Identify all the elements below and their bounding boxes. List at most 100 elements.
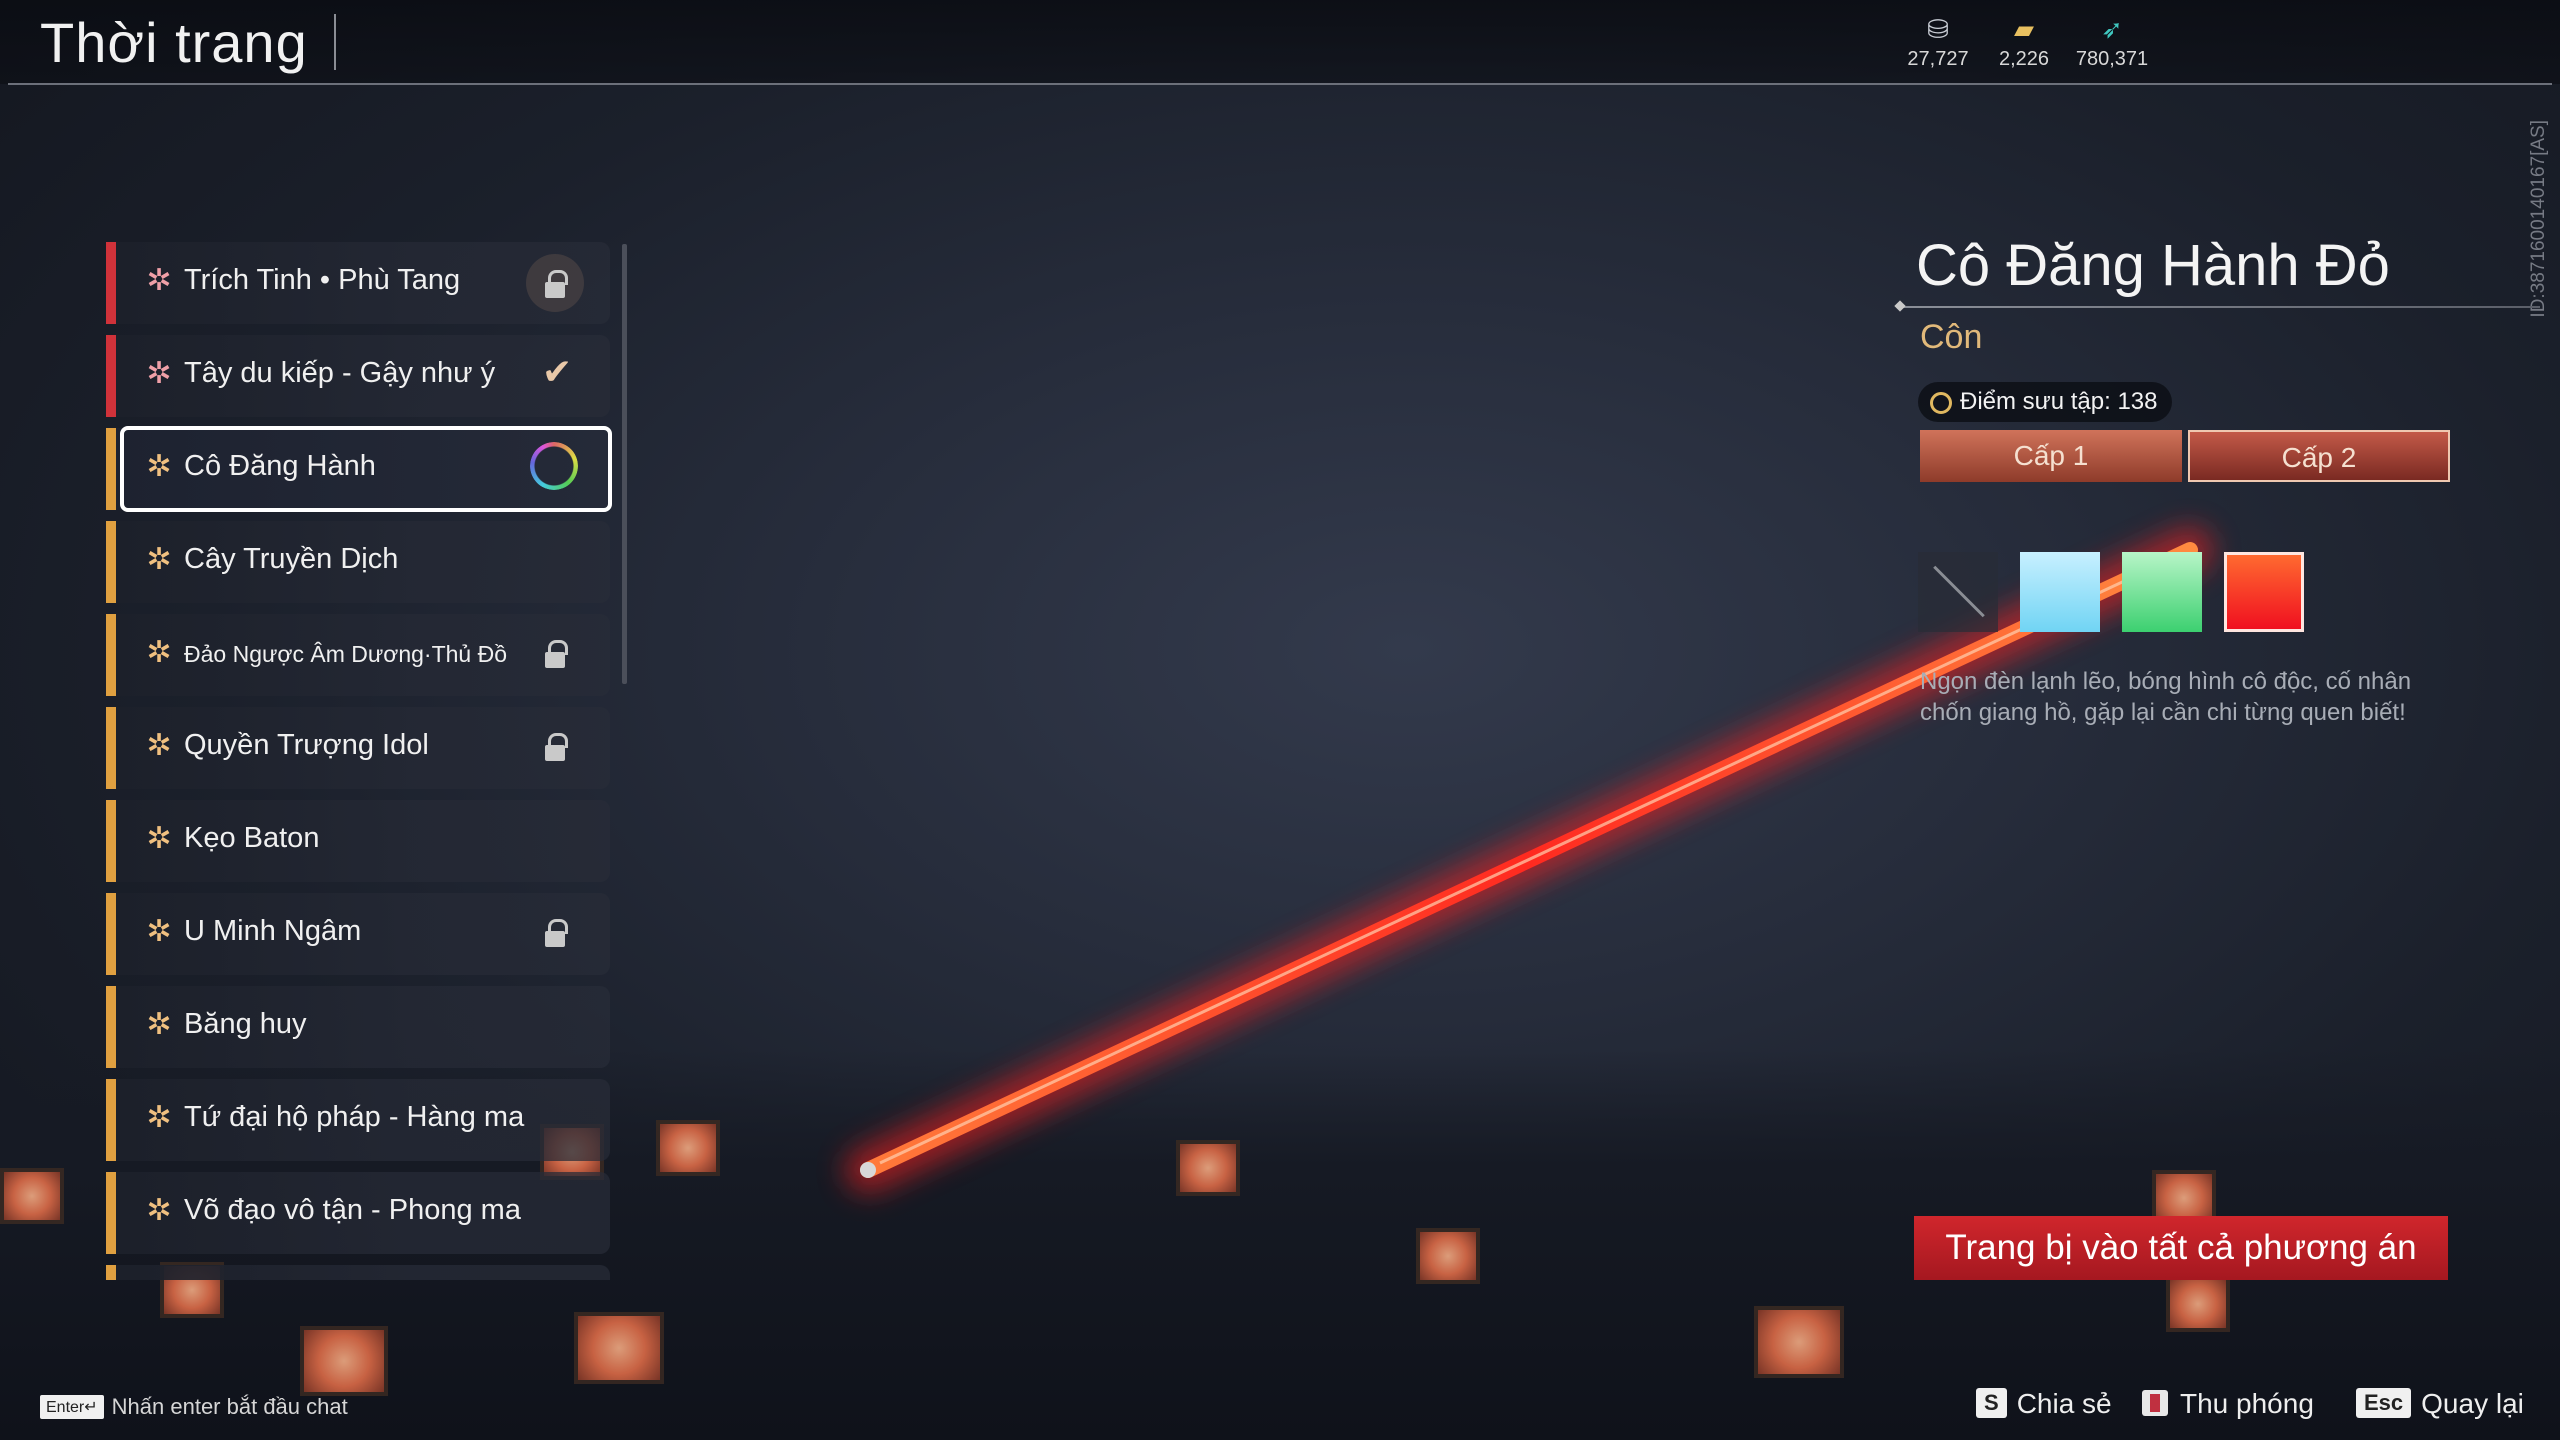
- account-id: ID:3871600140167[AS]: [2528, 120, 2549, 318]
- currency-silver[interactable]: ⛁ 27,727: [1898, 14, 1978, 71]
- star-icon: ✲: [146, 636, 172, 669]
- title-divider: [334, 14, 336, 70]
- rarity-bar: [106, 335, 116, 417]
- silver-coin-icon: ⛁: [1927, 14, 1949, 44]
- item-label: Võ đạo vô tận - Phong ma: [184, 1194, 521, 1226]
- star-icon: ✲: [146, 1008, 172, 1041]
- lock-icon: [538, 917, 572, 951]
- share-key: S: [1976, 1388, 2007, 1418]
- lantern: [300, 1326, 388, 1396]
- share-button[interactable]: S Chia sẻ: [1976, 1388, 2112, 1420]
- top-bar: Thời trang ⛁ 27,727 ▰ 2,226 ➶ 780,371: [0, 0, 2560, 84]
- page-title: Thời trang: [40, 11, 308, 74]
- item-label: Quyền Trượng Idol: [184, 729, 429, 761]
- lock-icon: [538, 731, 572, 765]
- item-description: Ngọn đèn lạnh lẽo, bóng hình cô độc, cố …: [1920, 668, 2412, 726]
- rarity-bar: [106, 1265, 116, 1280]
- tab-level-2[interactable]: Cấp 2: [2188, 430, 2450, 482]
- list-item-partial[interactable]: [106, 1265, 610, 1280]
- lantern: [2166, 1276, 2230, 1332]
- item-label: Tây du kiếp - Gậy như ý: [184, 357, 496, 389]
- list-item[interactable]: ✲ Tây du kiếp - Gậy như ý ✔: [106, 335, 610, 417]
- list-item[interactable]: ✲ Cô Đăng Hành: [106, 426, 612, 512]
- lock-icon: [526, 254, 584, 312]
- item-label: Cô Đăng Hành: [184, 450, 376, 482]
- rarity-bar: [106, 1079, 116, 1161]
- list-item[interactable]: ✲ Tứ đại hộ pháp - Hàng ma: [106, 1079, 610, 1161]
- currency-gold[interactable]: ▰ 2,226: [1984, 14, 2064, 71]
- rarity-bar: [106, 893, 116, 975]
- item-label: Tứ đại hộ pháp - Hàng ma: [184, 1101, 525, 1133]
- name-divider: [1900, 306, 2540, 308]
- star-icon: ✲: [146, 915, 172, 948]
- checkmark-icon: ✔: [542, 351, 573, 392]
- red-swatch[interactable]: [2224, 552, 2304, 632]
- lantern: [1416, 1228, 1480, 1284]
- item-label: Băng huy: [184, 1008, 307, 1040]
- rarity-bar: [106, 521, 116, 603]
- lantern: [656, 1120, 720, 1176]
- item-label: U Minh Ngâm: [184, 915, 362, 947]
- lantern: [574, 1312, 664, 1384]
- star-icon: ✲: [146, 543, 172, 576]
- list-item[interactable]: ✲ Võ đạo vô tận - Phong ma: [106, 1172, 610, 1254]
- color-ring-icon: [530, 442, 578, 490]
- back-label: Quay lại: [2421, 1388, 2524, 1419]
- share-label: Chia sẻ: [2016, 1388, 2112, 1419]
- back-button[interactable]: Esc Quay lại: [2356, 1388, 2524, 1420]
- star-icon: ✲: [146, 450, 172, 483]
- rarity-bar: [106, 986, 116, 1068]
- star-icon: ✲: [146, 1194, 172, 1227]
- gold-bar-icon: ▰: [2014, 14, 2034, 44]
- list-item[interactable]: ✲ Kẹo Baton: [106, 800, 610, 882]
- item-label: Kẹo Baton: [184, 822, 320, 854]
- lock-icon: [538, 638, 572, 672]
- rarity-bar: [106, 428, 116, 510]
- currency-value: 27,727: [1907, 48, 1969, 70]
- default-swatch[interactable]: [1918, 552, 1998, 632]
- chat-hint-label: Nhấn enter bắt đầu chat: [111, 1394, 348, 1419]
- book-icon: [2142, 1390, 2168, 1416]
- star-icon: ✲: [146, 822, 172, 855]
- item-label: Cây Truyền Dịch: [184, 543, 399, 575]
- chat-hint[interactable]: Enter↵ Nhấn enter bắt đầu chat: [40, 1394, 348, 1420]
- list-item[interactable]: ✲ Đảo Ngược Âm Dương·Thủ Đồ: [106, 614, 610, 696]
- staff-core: [879, 553, 2181, 1165]
- item-label: Trích Tinh • Phù Tang: [184, 264, 461, 296]
- list-item[interactable]: ✲ Băng huy: [106, 986, 610, 1068]
- collection-coin-icon: [1930, 392, 1952, 414]
- currency-value: 2,226: [1998, 48, 2050, 70]
- item-type: Côn: [1920, 318, 1983, 356]
- blue-swatch[interactable]: [2020, 552, 2100, 632]
- rarity-bar: [106, 707, 116, 789]
- star-icon: ✲: [146, 729, 172, 762]
- feather-icon: ➶: [2101, 14, 2123, 44]
- list-item[interactable]: ✲ Trích Tinh • Phù Tang: [106, 242, 610, 324]
- staff-tip: [860, 1162, 876, 1178]
- list-item[interactable]: ✲ U Minh Ngâm: [106, 893, 610, 975]
- zoom-label: Thu phóng: [2180, 1388, 2314, 1419]
- star-icon: ✲: [146, 357, 172, 390]
- enter-key: Enter↵: [40, 1395, 104, 1419]
- tab-level-1[interactable]: Cấp 1: [1920, 430, 2182, 482]
- green-swatch[interactable]: [2122, 552, 2202, 632]
- collection-points-badge: Điểm sưu tập: 138: [1918, 382, 2172, 422]
- list-item[interactable]: ✲ Quyền Trượng Idol: [106, 707, 610, 789]
- fashion-item-list[interactable]: ✲ Trích Tinh • Phù Tang ✲ Tây du kiếp - …: [106, 240, 626, 1280]
- lantern: [1754, 1306, 1844, 1378]
- header-divider: [8, 83, 2552, 85]
- rarity-bar: [106, 800, 116, 882]
- currency-value: 780,371: [2075, 48, 2149, 70]
- equip-all-button[interactable]: Trang bị vào tất cả phương án: [1914, 1216, 2448, 1280]
- zoom-button[interactable]: Thu phóng: [2142, 1388, 2314, 1420]
- currency-feather[interactable]: ➶ 780,371: [2072, 14, 2152, 71]
- esc-key: Esc: [2356, 1388, 2412, 1418]
- item-label: Đảo Ngược Âm Dương·Thủ Đồ: [184, 641, 507, 667]
- list-item[interactable]: ✲ Cây Truyền Dịch: [106, 521, 610, 603]
- rarity-bar: [106, 242, 116, 324]
- collection-points: Điểm sưu tập: 138: [1960, 388, 2158, 415]
- lantern: [0, 1168, 64, 1224]
- star-icon: ✲: [146, 1101, 172, 1134]
- lantern: [1176, 1140, 1240, 1196]
- list-scrollbar[interactable]: [622, 244, 627, 684]
